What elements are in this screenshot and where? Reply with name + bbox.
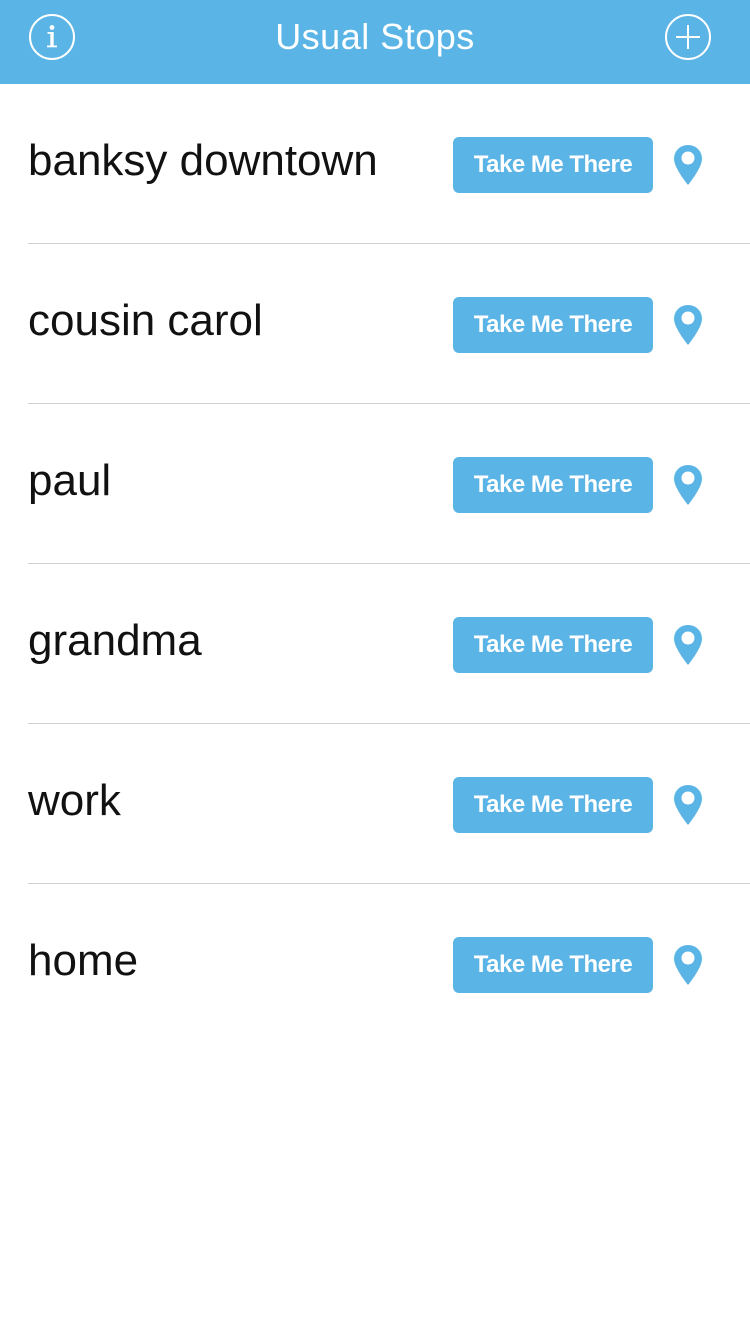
page-title: Usual Stops [275,16,475,57]
stop-name: work [28,776,121,825]
take-me-there-button[interactable]: Take Me There [453,617,653,673]
stop-name: home [28,936,139,985]
location-pin-icon[interactable] [673,304,703,346]
stop-name: grandma [28,616,202,665]
stop-name: banksy downtown [28,136,378,185]
location-pin-icon[interactable] [673,624,703,666]
plus-icon [676,25,700,49]
list-item[interactable]: grandma Take Me There [0,564,750,724]
add-stop-button[interactable] [665,14,711,60]
stop-name: cousin carol [28,296,263,345]
list-item[interactable]: work Take Me There [0,724,750,884]
stops-list: banksy downtown Take Me There cousin car… [0,84,750,1044]
nav-bar: Usual Stops [0,0,750,84]
list-item[interactable]: cousin carol Take Me There [0,244,750,404]
location-pin-icon[interactable] [673,784,703,826]
list-item[interactable]: banksy downtown Take Me There [0,84,750,244]
take-me-there-button[interactable]: Take Me There [453,457,653,513]
location-pin-icon[interactable] [673,944,703,986]
stop-name: paul [28,456,112,505]
list-item[interactable]: home Take Me There [0,884,750,1044]
location-pin-icon[interactable] [673,464,703,506]
list-item[interactable]: paul Take Me There [0,404,750,564]
take-me-there-button[interactable]: Take Me There [453,937,653,993]
take-me-there-button[interactable]: Take Me There [453,297,653,353]
location-pin-icon[interactable] [673,144,703,186]
take-me-there-button[interactable]: Take Me There [453,777,653,833]
take-me-there-button[interactable]: Take Me There [453,137,653,193]
